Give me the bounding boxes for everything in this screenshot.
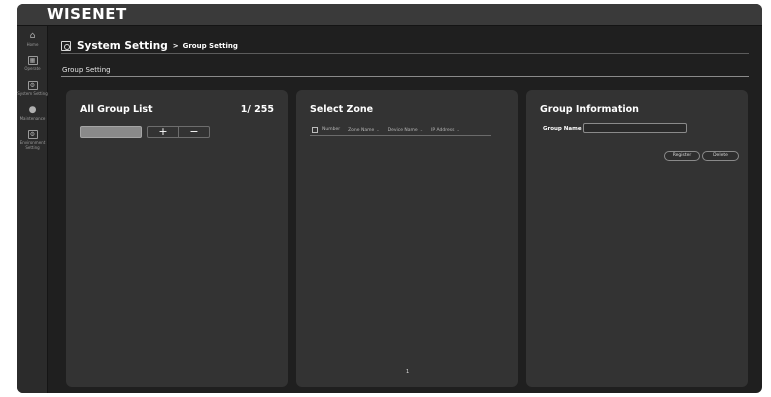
page-title: System Setting	[77, 40, 168, 52]
remove-group-button[interactable]: −	[178, 126, 209, 137]
column-label: IP Address	[431, 127, 455, 133]
group-name-field[interactable]	[583, 123, 687, 133]
sidebar-item-environment-setting[interactable]: ⚙ Environment Setting	[17, 130, 48, 150]
group-count: 1/ 255	[240, 104, 274, 115]
sidebar-item-label: Home	[26, 42, 39, 47]
sidebar-item-operate[interactable]: ▦ Operate	[17, 56, 48, 71]
settings-icon	[61, 41, 71, 51]
wisenet-logo: WISENET	[47, 5, 127, 23]
app-window: WISENET ⌂ Home ▦ Operate ⚙ System Settin…	[17, 4, 762, 393]
sidebar-item-maintenance[interactable]: ● Maintenance	[17, 105, 48, 122]
group-add-remove-controls: + −	[147, 126, 210, 138]
sidebar-item-label: Maintenance	[19, 116, 46, 121]
column-label: Device Name	[387, 127, 418, 133]
operate-icon: ▦	[27, 56, 38, 65]
panel-title: All Group List	[80, 104, 153, 115]
sort-icon: ⌄	[419, 126, 424, 132]
column-ip-address[interactable]: IP Address ⌄	[431, 127, 460, 133]
column-zone-name[interactable]: Zone Name ⌄	[348, 127, 380, 133]
environment-icon: ⚙	[27, 130, 38, 139]
register-button[interactable]: Register	[664, 151, 700, 161]
panel-title: Select Zone	[310, 104, 374, 115]
sort-icon: ⌄	[456, 126, 460, 132]
panel-title: Group Information	[540, 104, 639, 115]
main-content: System Setting > Group Setting Group Set…	[49, 26, 762, 393]
group-name-label: Group Name	[543, 126, 582, 132]
system-setting-icon: ⚙	[27, 81, 38, 90]
breadcrumb-current: Group Setting	[182, 42, 238, 50]
column-label: Number	[322, 127, 341, 132]
column-label: Zone Name	[348, 127, 375, 133]
sidebar-item-system-setting[interactable]: ⚙ System Setting	[17, 81, 48, 96]
maintenance-icon: ●	[28, 105, 37, 115]
zone-table-header: Number Zone Name ⌄ Device Name ⌄ IP Addres…	[310, 124, 491, 136]
column-device-name[interactable]: Device Name ⌄	[388, 127, 423, 133]
home-icon: ⌂	[29, 31, 36, 41]
pagination-page-1[interactable]: 1	[406, 369, 409, 375]
group-information-panel: Group Information Group Name Register De…	[526, 90, 748, 387]
select-all-checkbox[interactable]	[312, 126, 318, 133]
sidebar: ⌂ Home ▦ Operate ⚙ System Setting ● Main…	[17, 26, 48, 393]
group-name-input[interactable]	[80, 126, 142, 138]
tab-group-setting[interactable]: Group Setting	[62, 66, 111, 74]
sidebar-item-label: Environment Setting	[19, 140, 46, 150]
sort-icon: ⌄	[376, 126, 380, 132]
top-bar: WISENET	[17, 4, 762, 26]
sidebar-item-label: Operate	[24, 66, 41, 71]
header-divider	[61, 53, 749, 54]
delete-button[interactable]: Delete	[702, 151, 739, 161]
tab-divider	[61, 76, 749, 77]
sidebar-item-label: System Setting	[17, 91, 48, 96]
add-group-button[interactable]: +	[148, 126, 178, 137]
column-number[interactable]: Number	[322, 127, 340, 132]
select-zone-panel: Select Zone Number Zone Name ⌄ Device Nam…	[296, 90, 518, 387]
page-header: System Setting > Group Setting	[61, 39, 238, 53]
sidebar-item-home[interactable]: ⌂ Home	[17, 31, 48, 48]
all-group-list-panel: All Group List 1/ 255 + −	[66, 90, 288, 387]
breadcrumb-separator: >	[172, 42, 179, 50]
